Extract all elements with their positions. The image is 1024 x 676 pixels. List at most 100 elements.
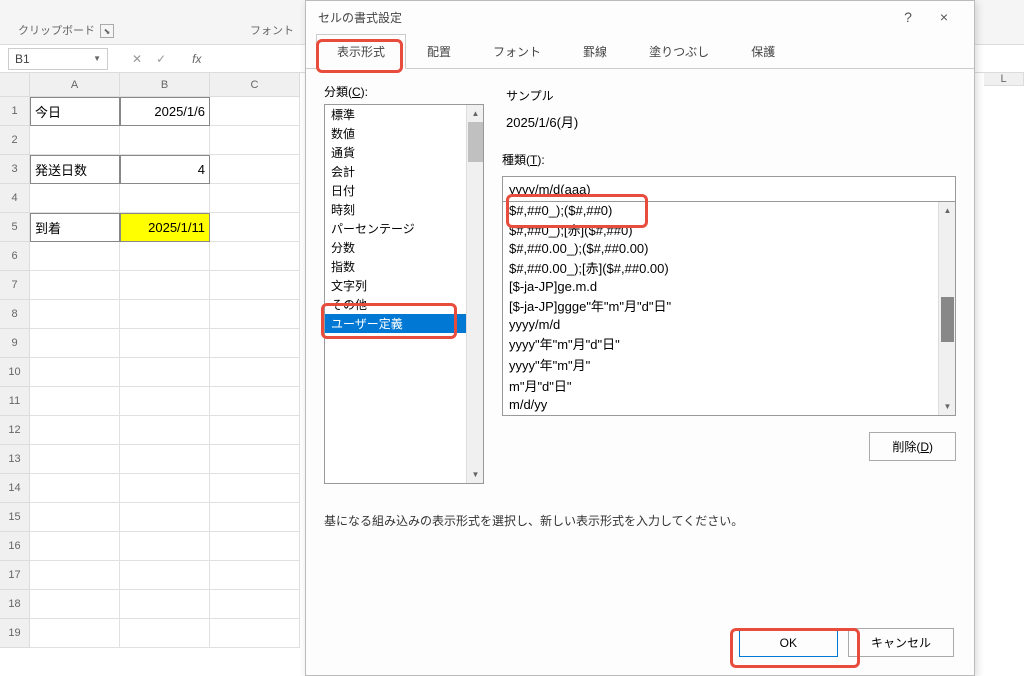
cell[interactable] bbox=[120, 271, 210, 300]
format-item[interactable]: $#,##0.00_);($#,##0.00) bbox=[503, 240, 955, 257]
cell[interactable] bbox=[120, 561, 210, 590]
col-header[interactable]: L bbox=[984, 73, 1024, 86]
cancel-button[interactable]: キャンセル bbox=[848, 628, 954, 657]
cell[interactable] bbox=[30, 242, 120, 271]
cell[interactable] bbox=[210, 126, 300, 155]
row-header[interactable]: 17 bbox=[0, 561, 30, 590]
category-item[interactable]: 会計 bbox=[325, 162, 483, 181]
help-icon[interactable]: ? bbox=[890, 3, 926, 31]
format-item[interactable]: yyyy"年"m"月" bbox=[503, 354, 955, 375]
row-header[interactable]: 18 bbox=[0, 590, 30, 619]
cell[interactable] bbox=[30, 590, 120, 619]
row-header[interactable]: 11 bbox=[0, 387, 30, 416]
category-item[interactable]: 数値 bbox=[325, 124, 483, 143]
category-item[interactable]: パーセンテージ bbox=[325, 219, 483, 238]
col-header[interactable]: C bbox=[210, 73, 300, 97]
cell[interactable] bbox=[30, 619, 120, 648]
cell[interactable] bbox=[120, 619, 210, 648]
cell[interactable] bbox=[210, 590, 300, 619]
row-header[interactable]: 13 bbox=[0, 445, 30, 474]
category-item[interactable]: 標準 bbox=[325, 105, 483, 124]
cell[interactable] bbox=[30, 416, 120, 445]
cell[interactable] bbox=[120, 590, 210, 619]
cell[interactable] bbox=[210, 416, 300, 445]
cell-b5[interactable]: 2025/1/11 bbox=[120, 213, 210, 242]
name-box[interactable]: B1 ▼ bbox=[8, 48, 108, 70]
cell[interactable] bbox=[120, 242, 210, 271]
cell[interactable] bbox=[30, 445, 120, 474]
category-item[interactable]: その他 bbox=[325, 295, 483, 314]
cell[interactable] bbox=[120, 387, 210, 416]
cell[interactable] bbox=[210, 503, 300, 532]
cell[interactable] bbox=[120, 474, 210, 503]
cell[interactable] bbox=[120, 126, 210, 155]
col-header[interactable]: B bbox=[120, 73, 210, 97]
row-header[interactable]: 3 bbox=[0, 155, 30, 184]
tab-number-format[interactable]: 表示形式 bbox=[316, 34, 406, 69]
cell[interactable] bbox=[30, 126, 120, 155]
ok-button[interactable]: OK bbox=[739, 628, 838, 657]
category-item[interactable]: 分数 bbox=[325, 238, 483, 257]
cell[interactable] bbox=[210, 561, 300, 590]
cell[interactable] bbox=[210, 271, 300, 300]
cell[interactable] bbox=[210, 155, 300, 184]
cancel-formula-icon[interactable]: ✕ bbox=[132, 52, 142, 66]
cell-b1[interactable]: 2025/1/6 bbox=[120, 97, 210, 126]
cell[interactable] bbox=[210, 358, 300, 387]
format-item[interactable]: yyyy"年"m"月"d"日" bbox=[503, 333, 955, 354]
row-header[interactable]: 7 bbox=[0, 271, 30, 300]
category-listbox[interactable]: 標準 数値 通貨 会計 日付 時刻 パーセンテージ 分数 指数 文字列 その他 … bbox=[324, 104, 484, 484]
cell[interactable] bbox=[210, 184, 300, 213]
format-item[interactable]: [$-ja-JP]ggge"年"m"月"d"日" bbox=[503, 295, 955, 316]
accept-formula-icon[interactable]: ✓ bbox=[156, 52, 166, 66]
format-item[interactable]: $#,##0_);[赤]($#,##0) bbox=[503, 219, 955, 240]
cell-a5[interactable]: 到着 bbox=[30, 213, 120, 242]
row-header[interactable]: 12 bbox=[0, 416, 30, 445]
row-header[interactable]: 10 bbox=[0, 358, 30, 387]
scroll-thumb[interactable] bbox=[468, 122, 483, 162]
cell[interactable] bbox=[210, 213, 300, 242]
scrollbar[interactable]: ▲ ▼ bbox=[466, 105, 483, 483]
cell[interactable] bbox=[30, 358, 120, 387]
cell[interactable] bbox=[30, 300, 120, 329]
row-header[interactable]: 16 bbox=[0, 532, 30, 561]
format-listbox[interactable]: $#,##0_);($#,##0) $#,##0_);[赤]($#,##0) $… bbox=[502, 202, 956, 416]
cell-a1[interactable]: 今日 bbox=[30, 97, 120, 126]
row-header[interactable]: 6 bbox=[0, 242, 30, 271]
chevron-down-icon[interactable]: ▼ bbox=[93, 54, 101, 63]
clipboard-launcher-icon[interactable]: ⬊ bbox=[100, 24, 114, 38]
category-item[interactable]: 日付 bbox=[325, 181, 483, 200]
cell[interactable] bbox=[30, 271, 120, 300]
cell[interactable] bbox=[120, 503, 210, 532]
cell[interactable] bbox=[120, 358, 210, 387]
category-item-custom[interactable]: ユーザー定義 bbox=[325, 314, 483, 333]
cell[interactable] bbox=[30, 329, 120, 358]
row-header[interactable]: 4 bbox=[0, 184, 30, 213]
format-item[interactable]: m"月"d"日" bbox=[503, 375, 955, 396]
tab-font[interactable]: フォント bbox=[472, 34, 562, 69]
cell[interactable] bbox=[210, 329, 300, 358]
cell[interactable] bbox=[30, 387, 120, 416]
cell[interactable] bbox=[210, 532, 300, 561]
cell-a3[interactable]: 発送日数 bbox=[30, 155, 120, 184]
tab-protection[interactable]: 保護 bbox=[730, 34, 796, 69]
cell[interactable] bbox=[210, 387, 300, 416]
category-item[interactable]: 通貨 bbox=[325, 143, 483, 162]
format-item[interactable]: [$-ja-JP]ge.m.d bbox=[503, 278, 955, 295]
format-item[interactable]: m/d/yy bbox=[503, 396, 955, 413]
col-header[interactable]: A bbox=[30, 73, 120, 97]
row-header[interactable]: 15 bbox=[0, 503, 30, 532]
delete-button[interactable]: 削除(D) bbox=[869, 432, 956, 461]
dialog-titlebar[interactable]: セルの書式設定 ? × bbox=[306, 1, 974, 33]
cell[interactable] bbox=[30, 474, 120, 503]
cell[interactable] bbox=[120, 184, 210, 213]
row-header[interactable]: 8 bbox=[0, 300, 30, 329]
scroll-down-icon[interactable]: ▼ bbox=[939, 398, 956, 415]
scrollbar[interactable]: ▲ ▼ bbox=[938, 202, 955, 415]
cell[interactable] bbox=[210, 300, 300, 329]
category-item[interactable]: 文字列 bbox=[325, 276, 483, 295]
cell[interactable] bbox=[210, 619, 300, 648]
cell[interactable] bbox=[30, 561, 120, 590]
cell[interactable] bbox=[120, 300, 210, 329]
row-header[interactable]: 2 bbox=[0, 126, 30, 155]
